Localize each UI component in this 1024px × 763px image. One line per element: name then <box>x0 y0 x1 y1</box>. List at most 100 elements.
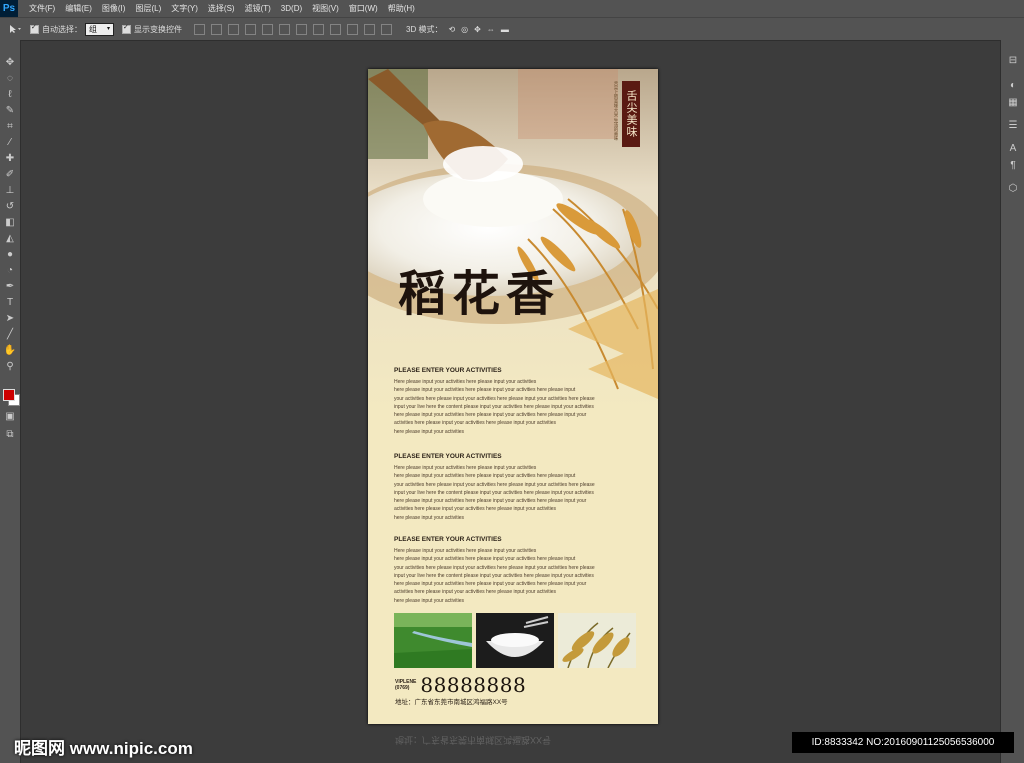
photo-strip <box>394 613 636 668</box>
align-right-icon[interactable] <box>279 23 290 35</box>
menu-help[interactable]: 帮助(H) <box>383 3 420 14</box>
activity-section-2: PLEASE ENTER YOUR ACTIVITIES Here please… <box>394 453 629 522</box>
menu-select[interactable]: 选择(S) <box>203 3 240 14</box>
show-transform-checkbox[interactable] <box>122 23 131 34</box>
body-line: Here please input your activities here p… <box>394 379 537 385</box>
body-line: your activities here please input your a… <box>394 564 595 571</box>
body-line: Here please input your activities here p… <box>394 465 537 471</box>
eyedropper-tool-icon[interactable]: ⁄ <box>0 134 20 150</box>
phone-number: 88888888 <box>420 673 527 697</box>
body-line: activities here please input your activi… <box>394 420 557 427</box>
body-line: here please input your activities here p… <box>394 387 576 394</box>
distribute-center-icon[interactable] <box>364 23 375 35</box>
body-line: here please input your activities <box>394 514 465 521</box>
paragraph-panel-icon[interactable]: ¶ <box>1001 157 1024 174</box>
contact-block: VIPLENE (0769) 88888888 <box>395 673 526 697</box>
chevron-down-icon: ▾ <box>106 25 110 32</box>
3d-mode-label: 3D 模式： <box>406 24 443 34</box>
properties-panel-icon[interactable]: ☰ <box>1001 117 1024 134</box>
document-canvas[interactable]: 舌尖上的美味大米 生活的美味 舌尖美味 稻花香 PLEASE ENTER YOU… <box>368 69 658 724</box>
3d-slide-icon[interactable]: ⇔ <box>487 25 495 34</box>
quick-mask-icon[interactable]: ▣ <box>0 408 20 424</box>
canvas-reflection: 地址：广东省东莞市南城区鸿福路XX号 <box>368 726 658 763</box>
body-line: here please input your activities <box>394 428 465 435</box>
menu-3d[interactable]: 3D(D) <box>276 4 307 13</box>
history-brush-tool-icon[interactable]: ↺ <box>0 198 20 214</box>
path-select-tool-icon[interactable]: ➤ <box>0 310 20 326</box>
line-tool-icon[interactable]: ╱ <box>0 326 20 342</box>
activity-section-1: PLEASE ENTER YOUR ACTIVITIES Here please… <box>394 367 629 436</box>
move-tool-preset[interactable] <box>8 24 22 34</box>
align-left-icon[interactable] <box>245 23 256 35</box>
menu-bar: Ps 文件(F) 编辑(E) 图像(I) 图层(L) 文字(Y) 选择(S) 滤… <box>0 0 1024 17</box>
pen-tool-icon[interactable]: ✒ <box>0 278 20 294</box>
swatches-panel-icon[interactable]: ▦ <box>1001 94 1024 111</box>
3d-pan-icon[interactable]: ✥ <box>474 25 481 34</box>
healing-brush-tool-icon[interactable]: ✚ <box>0 150 20 166</box>
rice-bowl-photo <box>476 613 554 668</box>
auto-select-checkbox[interactable] <box>30 23 39 34</box>
reflection-text: 地址：广东省东莞市南城区鸿福路XX号 <box>395 735 552 745</box>
body-line: activities here please input your activi… <box>394 506 557 513</box>
blur-tool-icon[interactable]: ● <box>0 246 20 262</box>
hand-tool-icon[interactable]: ✋ <box>0 342 20 358</box>
move-tool-icon[interactable]: ✥ <box>0 54 20 70</box>
align-middle-icon[interactable] <box>211 23 222 35</box>
auto-select-dropdown[interactable]: 组 ▾ <box>85 22 114 36</box>
lasso-tool-icon[interactable]: ℓ <box>0 86 20 102</box>
body-line: activities here please input your activi… <box>394 589 557 596</box>
body-line: input your live here the content please … <box>394 572 594 579</box>
distribute-right-icon[interactable] <box>381 23 392 35</box>
distribute-bottom-icon[interactable] <box>330 23 341 35</box>
auto-select-value: 组 <box>89 24 97 34</box>
vip-label-block: VIPLENE (0769) <box>395 679 416 691</box>
align-top-icon[interactable] <box>194 23 205 35</box>
adjustments-panel-icon[interactable]: ◐ <box>1001 77 1024 94</box>
tools-panel: ✥ ◌ ℓ ✎ ⌗ ⁄ ✚ ✐ ⊥ ↺ ◧ ◭ ● ◔ ✒ T ➤ ╱ ✋ ⚲ … <box>0 40 21 763</box>
distribute-left-icon[interactable] <box>347 23 358 35</box>
menu-edit[interactable]: 编辑(E) <box>60 3 97 14</box>
auto-select-label: 自动选择： <box>42 24 82 34</box>
type-tool-icon[interactable]: T <box>0 294 20 310</box>
crop-tool-icon[interactable]: ⌗ <box>0 118 20 134</box>
section-heading: PLEASE ENTER YOUR ACTIVITIES <box>394 367 502 374</box>
menu-type[interactable]: 文字(Y) <box>166 3 203 14</box>
menu-filter[interactable]: 滤镜(T) <box>240 3 276 14</box>
menu-window[interactable]: 窗口(W) <box>344 3 383 14</box>
address-text: 地址：广东省东莞市南城区鸿福路XX号 <box>395 699 508 706</box>
body-line: here please input your activities <box>394 597 465 604</box>
menu-image[interactable]: 图像(I) <box>97 3 131 14</box>
activity-section-3: PLEASE ENTER YOUR ACTIVITIES Here please… <box>394 536 629 605</box>
character-panel-icon[interactable]: A <box>1001 140 1024 157</box>
paint-bucket-tool-icon[interactable]: ◭ <box>0 230 20 246</box>
stamp-side-text: 舌尖上的美味大米 生活的美味 <box>614 81 619 141</box>
brush-tool-icon[interactable]: ✐ <box>0 166 20 182</box>
menu-file[interactable]: 文件(F) <box>24 3 60 14</box>
poster-title: 稻花香 <box>398 266 561 322</box>
eraser-tool-icon[interactable]: ◧ <box>0 214 20 230</box>
zoom-tool-icon[interactable]: ⚲ <box>0 358 20 374</box>
3d-panel-icon[interactable]: ⬡ <box>1001 180 1024 197</box>
area-code: (0769) <box>395 685 410 691</box>
3d-scale-icon[interactable]: ▬ <box>501 25 509 34</box>
foreground-color-swatch[interactable] <box>3 389 15 401</box>
distribute-middle-icon[interactable] <box>313 23 324 35</box>
3d-roll-icon[interactable]: ◎ <box>461 25 468 34</box>
align-center-icon[interactable] <box>262 23 273 35</box>
screen-mode-icon[interactable]: ⧉ <box>0 426 20 442</box>
history-panel-icon[interactable]: ⊟ <box>1001 52 1024 69</box>
quick-select-tool-icon[interactable]: ✎ <box>0 102 20 118</box>
body-line: here please input your activities here p… <box>394 556 576 563</box>
menu-view[interactable]: 视图(V) <box>307 3 344 14</box>
3d-rotate-icon[interactable]: ⟲ <box>448 25 455 34</box>
dodge-tool-icon[interactable]: ◔ <box>0 262 20 278</box>
menu-layer[interactable]: 图层(L) <box>130 3 166 14</box>
body-line: your activities here please input your a… <box>394 481 595 488</box>
clone-stamp-tool-icon[interactable]: ⊥ <box>0 182 20 198</box>
marquee-tool-icon[interactable]: ◌ <box>0 70 20 86</box>
distribute-top-icon[interactable] <box>296 23 307 35</box>
align-bottom-icon[interactable] <box>228 23 239 35</box>
panel-dock: ⊟ ◐ ▦ ☰ A ¶ ⬡ <box>1000 40 1024 763</box>
body-line: Here please input your activities here p… <box>394 548 537 554</box>
body-line: here please input your activities here p… <box>394 498 587 505</box>
